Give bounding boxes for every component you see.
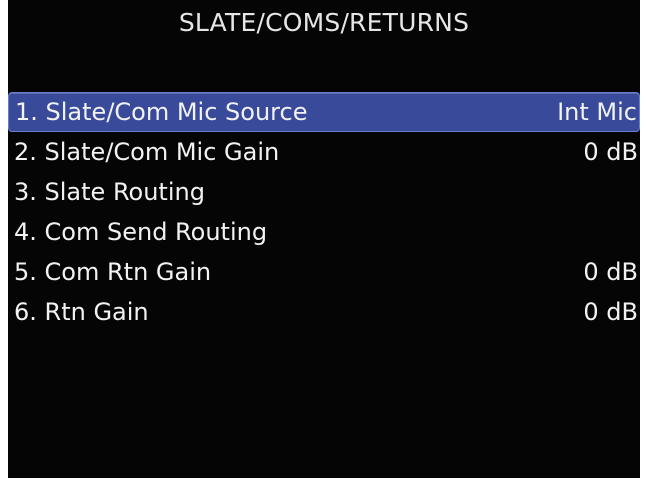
menu-item-slate-com-mic-gain[interactable]: 2. Slate/Com Mic Gain 0 dB [8,132,640,172]
menu-item-label: 4. Com Send Routing [14,218,268,246]
lcd-screen: SLATE/COMS/RETURNS 1. Slate/Com Mic Sour… [8,0,640,478]
menu-item-slate-com-mic-source[interactable]: 1. Slate/Com Mic Source Int Mic [8,92,640,132]
menu-item-value: 0 dB [583,258,638,286]
menu-title: SLATE/COMS/RETURNS [178,8,470,37]
menu-item-rtn-gain[interactable]: 6. Rtn Gain 0 dB [8,292,640,332]
menu-item-label: 5. Com Rtn Gain [14,258,212,286]
menu-item-value: 0 dB [583,298,638,326]
menu-item-value: 0 dB [583,138,638,166]
settings-menu: 1. Slate/Com Mic Source Int Mic 2. Slate… [8,92,640,332]
menu-item-slate-routing[interactable]: 3. Slate Routing [8,172,640,212]
menu-item-label: 3. Slate Routing [14,178,205,206]
menu-item-label: 2. Slate/Com Mic Gain [14,138,280,166]
menu-item-label: 6. Rtn Gain [14,298,149,326]
menu-item-label: 1. Slate/Com Mic Source [15,98,308,126]
menu-item-value: Int Mic [557,98,637,126]
menu-item-com-rtn-gain[interactable]: 5. Com Rtn Gain 0 dB [8,252,640,292]
device-bezel: SLATE/COMS/RETURNS 1. Slate/Com Mic Sour… [0,0,648,485]
menu-item-com-send-routing[interactable]: 4. Com Send Routing [8,212,640,252]
